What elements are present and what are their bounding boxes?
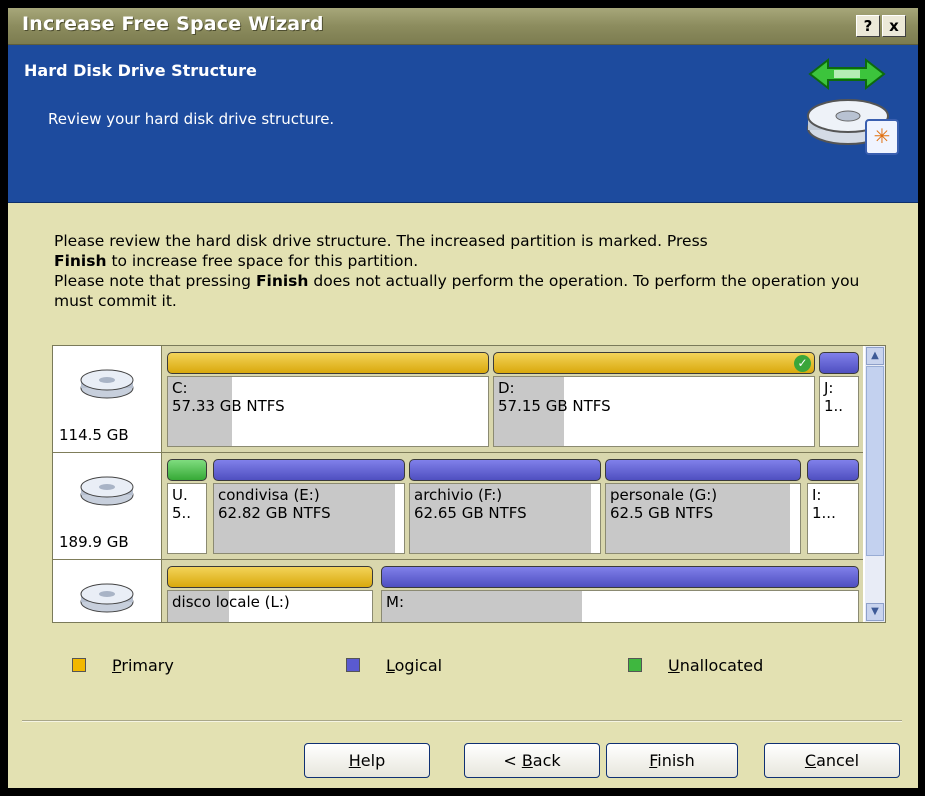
- checkmark-icon: ✓: [794, 355, 811, 372]
- disk-cell-1: 114.5 GB: [53, 346, 162, 452]
- back-button[interactable]: < Back: [464, 743, 600, 778]
- partition-f[interactable]: archivio (F:) 62.65 GB NTFS: [409, 459, 601, 554]
- disk-cell-3: [53, 560, 162, 622]
- help-button[interactable]: Help: [304, 743, 430, 778]
- partition-name: D:: [498, 379, 515, 397]
- partition-type-bar: [213, 459, 405, 481]
- legend-logical-label: Logical: [386, 656, 443, 675]
- desc-line1-bold: Finish: [54, 252, 107, 270]
- desc-line1-pre: Please review the hard disk drive struct…: [54, 232, 708, 250]
- hard-disk-icon: [80, 583, 134, 613]
- header-subtitle: Review your hard disk drive structure.: [48, 110, 335, 128]
- partition-name: archivio (F:): [414, 486, 503, 504]
- partition-info: 57.33 GB NTFS: [172, 397, 285, 415]
- partition-l[interactable]: disco locale (L:): [167, 566, 373, 622]
- partition-type-bar: ✓: [493, 352, 815, 374]
- scroll-down-icon[interactable]: ▼: [866, 603, 884, 621]
- partition-c[interactable]: C: 57.33 GB NTFS: [167, 352, 489, 447]
- disk-size: 189.9 GB: [59, 533, 129, 551]
- partition-m[interactable]: M:: [381, 566, 859, 622]
- partition-j[interactable]: J: 1..: [819, 352, 859, 447]
- partition-info: 57.15 GB NTFS: [498, 397, 611, 415]
- disk-row-3[interactable]: disco locale (L:) M:: [53, 560, 863, 622]
- partition-name: U.: [172, 486, 188, 504]
- logical-swatch: [346, 658, 360, 672]
- partition-type-bar: [167, 459, 207, 481]
- disk-structure-panel[interactable]: 114.5 GB C: 57.33 GB NTFS ✓ D: 57.15 GB NT…: [52, 345, 886, 623]
- disk-row-2[interactable]: 189.9 GB U. 5.. condivisa (E:) 62.82 GB NT…: [53, 453, 863, 560]
- partition-type-bar: [807, 459, 859, 481]
- partition-type-bar: [381, 566, 859, 588]
- window-title: Increase Free Space Wizard: [22, 13, 324, 35]
- partition-info: 62.82 GB NTFS: [218, 504, 331, 522]
- disk-row-1[interactable]: 114.5 GB C: 57.33 GB NTFS ✓ D: 57.15 GB NT…: [53, 346, 863, 453]
- partition-name: C:: [172, 379, 188, 397]
- partition-info: 1...: [812, 504, 836, 522]
- primary-swatch: [72, 658, 86, 672]
- partition-type-bar: [409, 459, 601, 481]
- desc-line1-post: to increase free space for this partitio…: [106, 252, 419, 270]
- close-button[interactable]: x: [882, 15, 906, 37]
- partition-name: J:: [824, 379, 834, 397]
- help-title-button[interactable]: ?: [856, 15, 880, 37]
- partition-name: condivisa (E:): [218, 486, 320, 504]
- legend-primary-label: Primary: [112, 656, 174, 675]
- partition-type-bar: [167, 352, 489, 374]
- disk-cell-2: 189.9 GB: [53, 453, 162, 559]
- wizard-window: Increase Free Space Wizard ? x Hard Disk…: [8, 8, 918, 788]
- hard-disk-icon: [80, 476, 134, 506]
- title-bar[interactable]: Increase Free Space Wizard ? x: [8, 8, 918, 45]
- partition-name: M:: [386, 593, 404, 611]
- hard-disk-wizard-icon: ✳: [807, 57, 899, 155]
- finish-button[interactable]: Finish: [606, 743, 738, 778]
- partition-type-bar: [605, 459, 801, 481]
- partition-info: 62.65 GB NTFS: [414, 504, 527, 522]
- partition-e[interactable]: condivisa (E:) 62.82 GB NTFS: [213, 459, 405, 554]
- partition-name: I:: [812, 486, 822, 504]
- desc-line2-pre: Please note that pressing: [54, 272, 256, 290]
- legend-unallocated-label: Unallocated: [668, 656, 764, 675]
- hard-disk-icon: [80, 369, 134, 399]
- partition-name: personale (G:): [610, 486, 718, 504]
- partition-info: 62.5 GB NTFS: [610, 504, 714, 522]
- footer-divider: [22, 720, 902, 722]
- header-title: Hard Disk Drive Structure: [24, 61, 257, 80]
- description: Please review the hard disk drive struct…: [54, 231, 884, 311]
- disk-size: 114.5 GB: [59, 426, 129, 444]
- partition-name: disco locale (L:): [172, 593, 290, 611]
- partition-i[interactable]: I: 1...: [807, 459, 859, 554]
- svg-text:✳: ✳: [874, 124, 891, 148]
- partition-type-bar: [167, 566, 373, 588]
- partition-info: 5..: [172, 504, 192, 522]
- partition-d[interactable]: ✓ D: 57.15 GB NTFS: [493, 352, 815, 447]
- partition-info: 1..: [824, 397, 844, 415]
- scroll-thumb[interactable]: [866, 366, 884, 556]
- partition-type-bar: [819, 352, 859, 374]
- cancel-button[interactable]: Cancel: [764, 743, 900, 778]
- vertical-scrollbar[interactable]: ▲ ▼: [865, 346, 885, 622]
- partition-unallocated[interactable]: U. 5..: [167, 459, 207, 554]
- desc-line2-bold: Finish: [255, 272, 309, 290]
- partition-g[interactable]: personale (G:) 62.5 GB NTFS: [605, 459, 801, 554]
- unallocated-swatch: [628, 658, 642, 672]
- scroll-up-icon[interactable]: ▲: [866, 347, 884, 365]
